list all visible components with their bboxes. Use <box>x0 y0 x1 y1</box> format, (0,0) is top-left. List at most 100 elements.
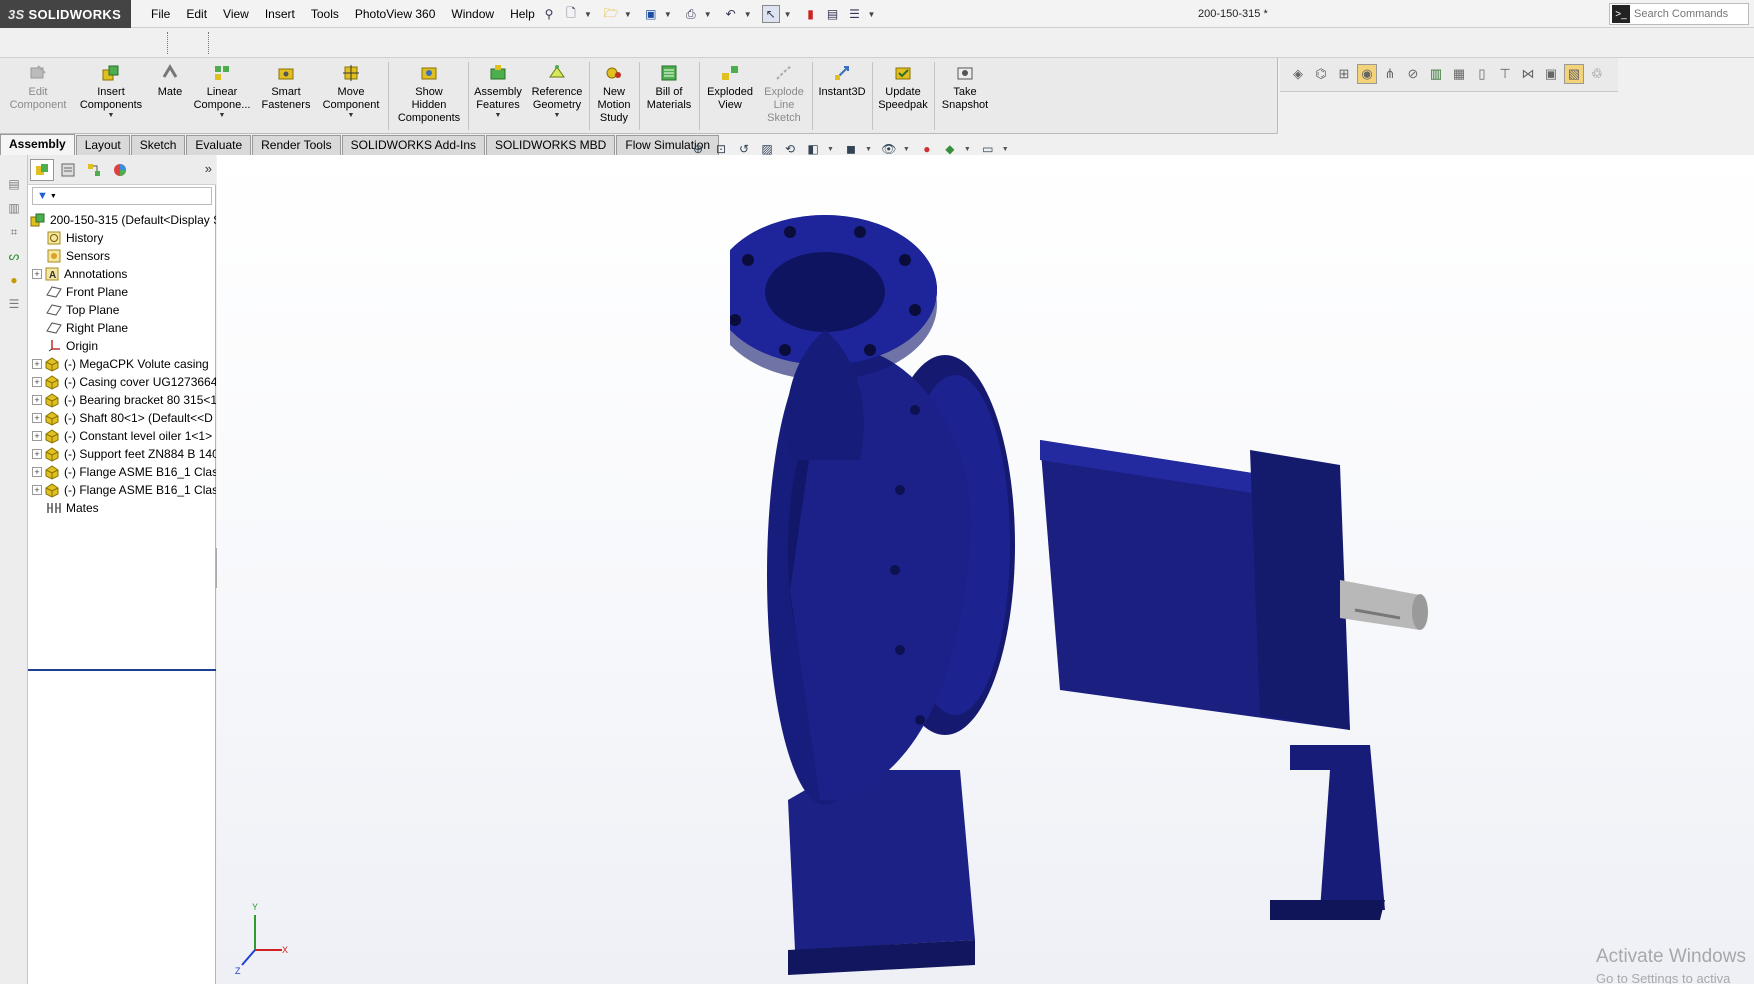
chevron-down-icon[interactable]: ▼ <box>865 146 872 153</box>
section-view-icon[interactable]: ▨ <box>758 140 776 158</box>
chevron-down-icon[interactable]: ▼ <box>784 10 792 19</box>
tree-item-annotations[interactable]: + A Annotations <box>32 265 127 283</box>
chevron-down-icon[interactable]: ▼ <box>903 146 910 153</box>
tab-render-tools[interactable]: Render Tools <box>252 135 341 155</box>
tab-layout[interactable]: Layout <box>75 135 130 155</box>
tree-item-flange-1[interactable]: + (-) Flange ASME B16_1 Class <box>32 463 216 481</box>
expand-toggle-icon[interactable]: + <box>32 485 42 495</box>
previous-view-icon[interactable]: ↺ <box>735 140 753 158</box>
tree-item-shaft[interactable]: + (-) Shaft 80<1> (Default<<D <box>32 409 213 427</box>
update-speedpak-button[interactable]: Update Speedpak <box>874 62 932 112</box>
interference-icon[interactable]: ⋔ <box>1380 64 1400 84</box>
exploded-view-button[interactable]: Exploded View <box>701 62 759 112</box>
display-style-icon[interactable]: ◼ <box>842 140 860 158</box>
chevron-down-icon[interactable]: ▼ <box>1002 146 1009 153</box>
view-orientation-icon[interactable]: ◧ <box>804 140 822 158</box>
tree-item-volute-casing[interactable]: + (-) MegaCPK Volute casing <box>32 355 209 373</box>
pin-icon[interactable]: ⚲ <box>540 5 558 23</box>
design-library-icon[interactable]: ▥ <box>5 199 23 217</box>
dynamic-annotation-icon[interactable]: ⟲ <box>781 140 799 158</box>
expand-toggle-icon[interactable]: + <box>32 449 42 459</box>
tree-filter[interactable]: ▼ ▼ <box>32 187 212 205</box>
tab-addins[interactable]: SOLIDWORKS Add-Ins <box>341 135 485 155</box>
view-palette-icon[interactable]: ᔕ <box>5 247 23 265</box>
expand-toggle-icon[interactable]: + <box>32 395 42 405</box>
chevron-down-icon[interactable]: ▼ <box>704 10 712 19</box>
menu-view[interactable]: View <box>215 0 257 28</box>
solidworks-logo[interactable]: 3S SOLIDWORKS <box>0 0 131 28</box>
save-icon[interactable]: ▣ <box>642 5 660 23</box>
tree-root-assembly[interactable]: 200-150-315 (Default<Display S <box>30 211 216 229</box>
tree-item-history[interactable]: History <box>46 229 103 247</box>
expand-toggle-icon[interactable]: + <box>32 377 42 387</box>
chevron-down-icon[interactable]: ▼ <box>554 112 561 120</box>
tab-evaluate[interactable]: Evaluate <box>186 135 252 155</box>
chevron-down-icon[interactable]: ▼ <box>219 112 226 120</box>
component-icon[interactable]: ◈ <box>1288 64 1308 84</box>
open-folder-icon[interactable]: 🗁 <box>602 5 620 23</box>
select-pointer-icon[interactable]: ↖ <box>761 5 780 23</box>
toolbar-grip[interactable] <box>167 32 169 54</box>
menu-edit[interactable]: Edit <box>178 0 215 28</box>
tree-item-support-feet[interactable]: + (-) Support feet ZN884 B 140 <box>32 445 216 463</box>
move-component-button[interactable]: Move Component ▼ <box>318 62 384 120</box>
view-settings-icon[interactable]: ▭ <box>979 140 997 158</box>
assembly-features-button[interactable]: Assembly Features ▼ <box>470 62 526 120</box>
tab-sketch[interactable]: Sketch <box>130 135 186 155</box>
reference-geometry-button[interactable]: Reference Geometry ▼ <box>528 62 586 120</box>
flexible-icon[interactable]: ▧ <box>1564 64 1584 84</box>
chevron-down-icon[interactable]: ▼ <box>868 10 876 19</box>
chevron-down-icon[interactable]: ▼ <box>624 10 632 19</box>
tree-item-bearing-bracket[interactable]: + (-) Bearing bracket 80 315<1 <box>32 391 216 409</box>
property-manager-tab-icon[interactable] <box>56 159 80 181</box>
mass-properties-icon[interactable]: ▦ <box>1449 64 1469 84</box>
chevron-down-icon[interactable]: ▼ <box>495 112 502 120</box>
take-snapshot-button[interactable]: Take Snapshot <box>936 62 994 112</box>
file-properties-icon[interactable]: ▤ <box>824 5 842 23</box>
hole-alignment-icon[interactable]: ⊘ <box>1403 64 1423 84</box>
toolbar-grip[interactable] <box>208 32 210 54</box>
configuration-manager-tab-icon[interactable] <box>82 159 106 181</box>
zoom-to-area-icon[interactable]: ⊡ <box>712 140 730 158</box>
file-explorer-icon[interactable]: ⌗ <box>5 223 23 241</box>
chevron-down-icon[interactable]: ▼ <box>827 146 834 153</box>
search-input[interactable] <box>1634 8 1744 20</box>
mate-references-icon[interactable]: ⌬ <box>1311 64 1331 84</box>
print-icon[interactable]: ⎙ <box>682 5 700 23</box>
tree-item-top-plane[interactable]: Top Plane <box>46 301 119 319</box>
insert-components-button[interactable]: Insert Components ▼ <box>76 62 146 120</box>
bill-of-materials-button[interactable]: Bill of Materials <box>641 62 697 112</box>
large-assembly-icon[interactable]: ⊤ <box>1495 64 1515 84</box>
expand-toggle-icon[interactable]: + <box>32 467 42 477</box>
new-motion-study-button[interactable]: New Motion Study <box>591 62 637 125</box>
display-manager-tab-icon[interactable] <box>108 159 132 181</box>
expand-toggle-icon[interactable]: + <box>32 269 42 279</box>
tree-item-casing-cover[interactable]: + (-) Casing cover UG1273664 <box>32 373 216 391</box>
tree-item-flange-2[interactable]: + (-) Flange ASME B16_1 Class <box>32 481 216 499</box>
zoom-to-fit-icon[interactable]: ⊕ <box>689 140 707 158</box>
chevron-down-icon[interactable]: ▼ <box>664 10 672 19</box>
appearances-icon[interactable]: ● <box>5 271 23 289</box>
menu-help[interactable]: Help <box>502 0 543 28</box>
custom-properties-icon[interactable]: ☰ <box>5 295 23 313</box>
linear-component-pattern-button[interactable]: Linear Compone... ▼ <box>190 62 254 120</box>
smart-fasteners-button[interactable]: Smart Fasteners <box>256 62 316 112</box>
undo-icon[interactable]: ↶ <box>722 5 740 23</box>
measure-icon[interactable]: ▥ <box>1426 64 1446 84</box>
visualization-icon[interactable]: ◉ <box>1357 64 1377 84</box>
tree-item-oiler[interactable]: + (-) Constant level oiler 1<1> <box>32 427 212 445</box>
expand-panel-icon[interactable]: » <box>205 161 212 176</box>
hide-show-items-icon[interactable]: 👁 <box>880 140 898 158</box>
chevron-down-icon[interactable]: ▼ <box>964 146 971 153</box>
tree-item-front-plane[interactable]: Front Plane <box>46 283 128 301</box>
options-icon[interactable]: ☰ <box>846 5 864 23</box>
menu-insert[interactable]: Insert <box>257 0 303 28</box>
chevron-down-icon[interactable]: ▼ <box>584 10 592 19</box>
resources-icon[interactable]: ▤ <box>5 175 23 193</box>
edit-component-button[interactable]: Edit Component <box>6 62 70 112</box>
expand-toggle-icon[interactable]: + <box>32 359 42 369</box>
apply-scene-icon[interactable]: ◆ <box>941 140 959 158</box>
explode-line-sketch-button[interactable]: Explode Line Sketch <box>759 62 809 125</box>
assembly-xpert-icon[interactable]: ⊞ <box>1334 64 1354 84</box>
menu-photoview[interactable]: PhotoView 360 <box>347 0 444 28</box>
